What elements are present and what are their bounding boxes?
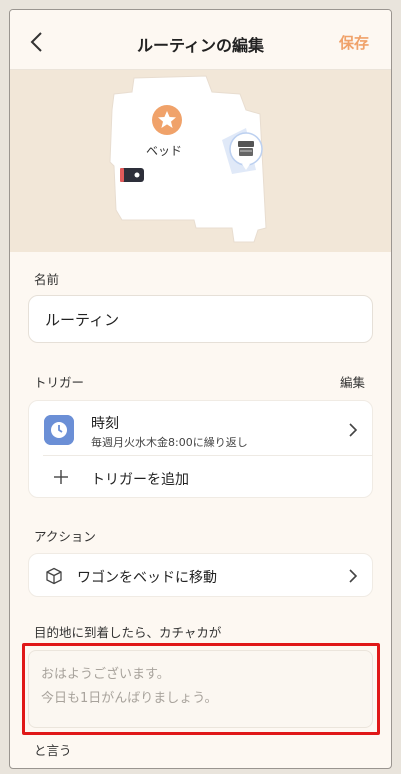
trigger-card: 時刻 毎週月火水木金8:00に繰り返し トリガーを追加 [28,400,373,498]
chevron-right-icon [349,569,358,583]
header-bar: ルーティンの編集 保存 [10,10,391,70]
trigger-row-time[interactable]: 時刻 毎週月火水木金8:00に繰り返し [29,401,372,455]
room-map[interactable]: ベッド [10,70,391,252]
page-title: ルーティンの編集 [136,36,265,55]
phone-screen: ルーティンの編集 保存 ベッド 名前 ルーティン トリガー 編集 時刻 毎週月火… [9,9,392,769]
map-room-label: ベッド [146,144,183,158]
save-button[interactable]: 保存 [339,32,369,53]
speech-suffix-label: と言う [34,743,72,758]
speech-placeholder-line2: 今日も1日がんばりましょう。 [41,691,218,706]
map-floorplan [109,75,267,243]
trigger-section-label: トリガー [34,375,85,390]
plus-icon [54,470,68,484]
routine-name-input[interactable]: ルーティン [28,295,373,343]
add-trigger-label: トリガーを追加 [91,472,189,488]
star-location-icon[interactable] [151,104,183,136]
add-trigger-button[interactable]: トリガーを追加 [29,456,372,499]
clock-icon [44,415,74,445]
chevron-right-icon [349,423,358,437]
trigger-subtitle: 毎週月火水木金8:00に繰り返し [91,436,248,449]
action-section-label: アクション [34,529,96,544]
name-section-label: 名前 [34,272,60,287]
package-icon [46,567,62,585]
speech-prefix-label: 目的地に到着したら、カチャカが [34,625,222,640]
trigger-edit-button[interactable]: 編集 [340,372,365,391]
speech-placeholder-line1: おはようございます。 [41,667,170,682]
charger-dock-icon [120,168,144,182]
action-row-move-wagon[interactable]: ワゴンをベッドに移動 [28,553,373,597]
trigger-title: 時刻 [91,416,119,432]
robot-icon[interactable] [228,132,264,172]
action-label: ワゴンをベッドに移動 [77,570,217,586]
speech-text-input[interactable]: おはようございます。 今日も1日がんばりましょう。 [28,650,373,728]
